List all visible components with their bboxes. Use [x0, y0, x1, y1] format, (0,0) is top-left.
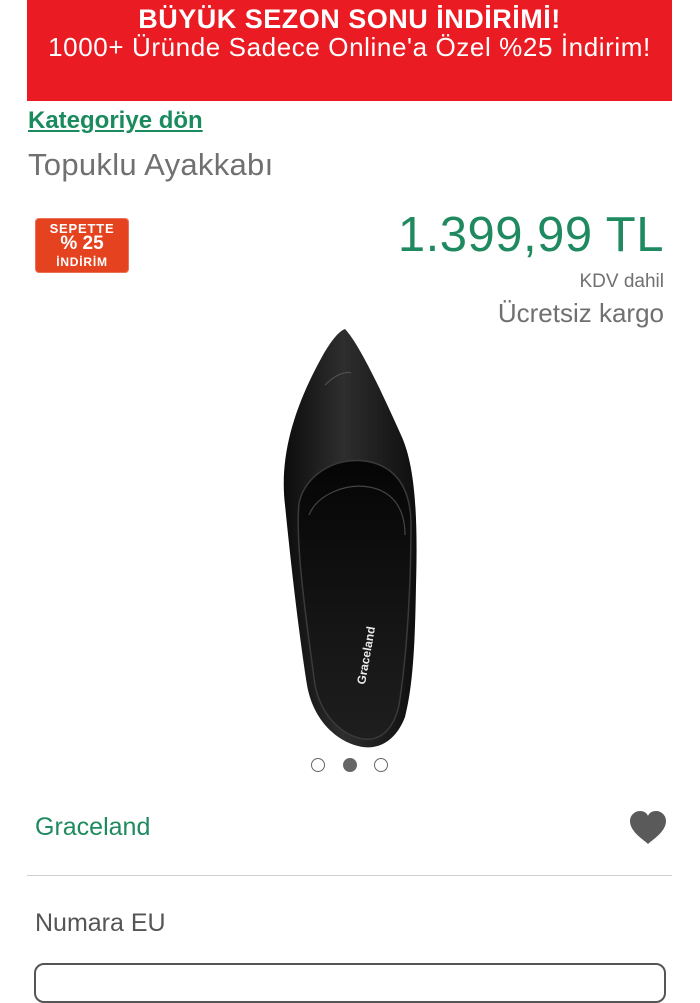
section-divider — [27, 875, 672, 876]
cart-discount-badge: SEPETTE % 25 İNDİRİM — [35, 218, 129, 273]
promo-banner[interactable]: BÜYÜK SEZON SONU İNDİRİMİ! 1000+ Üründe … — [27, 0, 672, 101]
back-to-category-link[interactable]: Kategoriye dön — [28, 107, 203, 135]
size-label: Numara EU — [35, 909, 166, 937]
gallery-dot-2[interactable] — [343, 758, 357, 772]
promo-title: BÜYÜK SEZON SONU İNDİRİMİ! — [138, 4, 561, 34]
brand-link[interactable]: Graceland — [35, 813, 150, 842]
vat-note: KDV dahil — [579, 271, 665, 292]
heart-icon — [630, 811, 666, 844]
product-title: Topuklu Ayakkabı — [28, 147, 274, 182]
gallery-dot-3[interactable] — [374, 758, 388, 772]
free-shipping-note: Ücretsiz kargo — [497, 298, 664, 328]
promo-subtitle: 1000+ Üründe Sadece Online'a Özel %25 İn… — [48, 32, 651, 62]
gallery-dot-1[interactable] — [311, 758, 325, 772]
badge-line-2: % 25 — [60, 233, 104, 254]
image-gallery-dots — [308, 757, 392, 777]
size-select[interactable] — [34, 963, 666, 1003]
favorite-button[interactable] — [628, 810, 668, 846]
product-image[interactable]: Graceland — [265, 325, 435, 755]
product-price: 1.399,99 TL — [397, 208, 664, 262]
badge-line-3: İNDİRİM — [56, 255, 108, 269]
